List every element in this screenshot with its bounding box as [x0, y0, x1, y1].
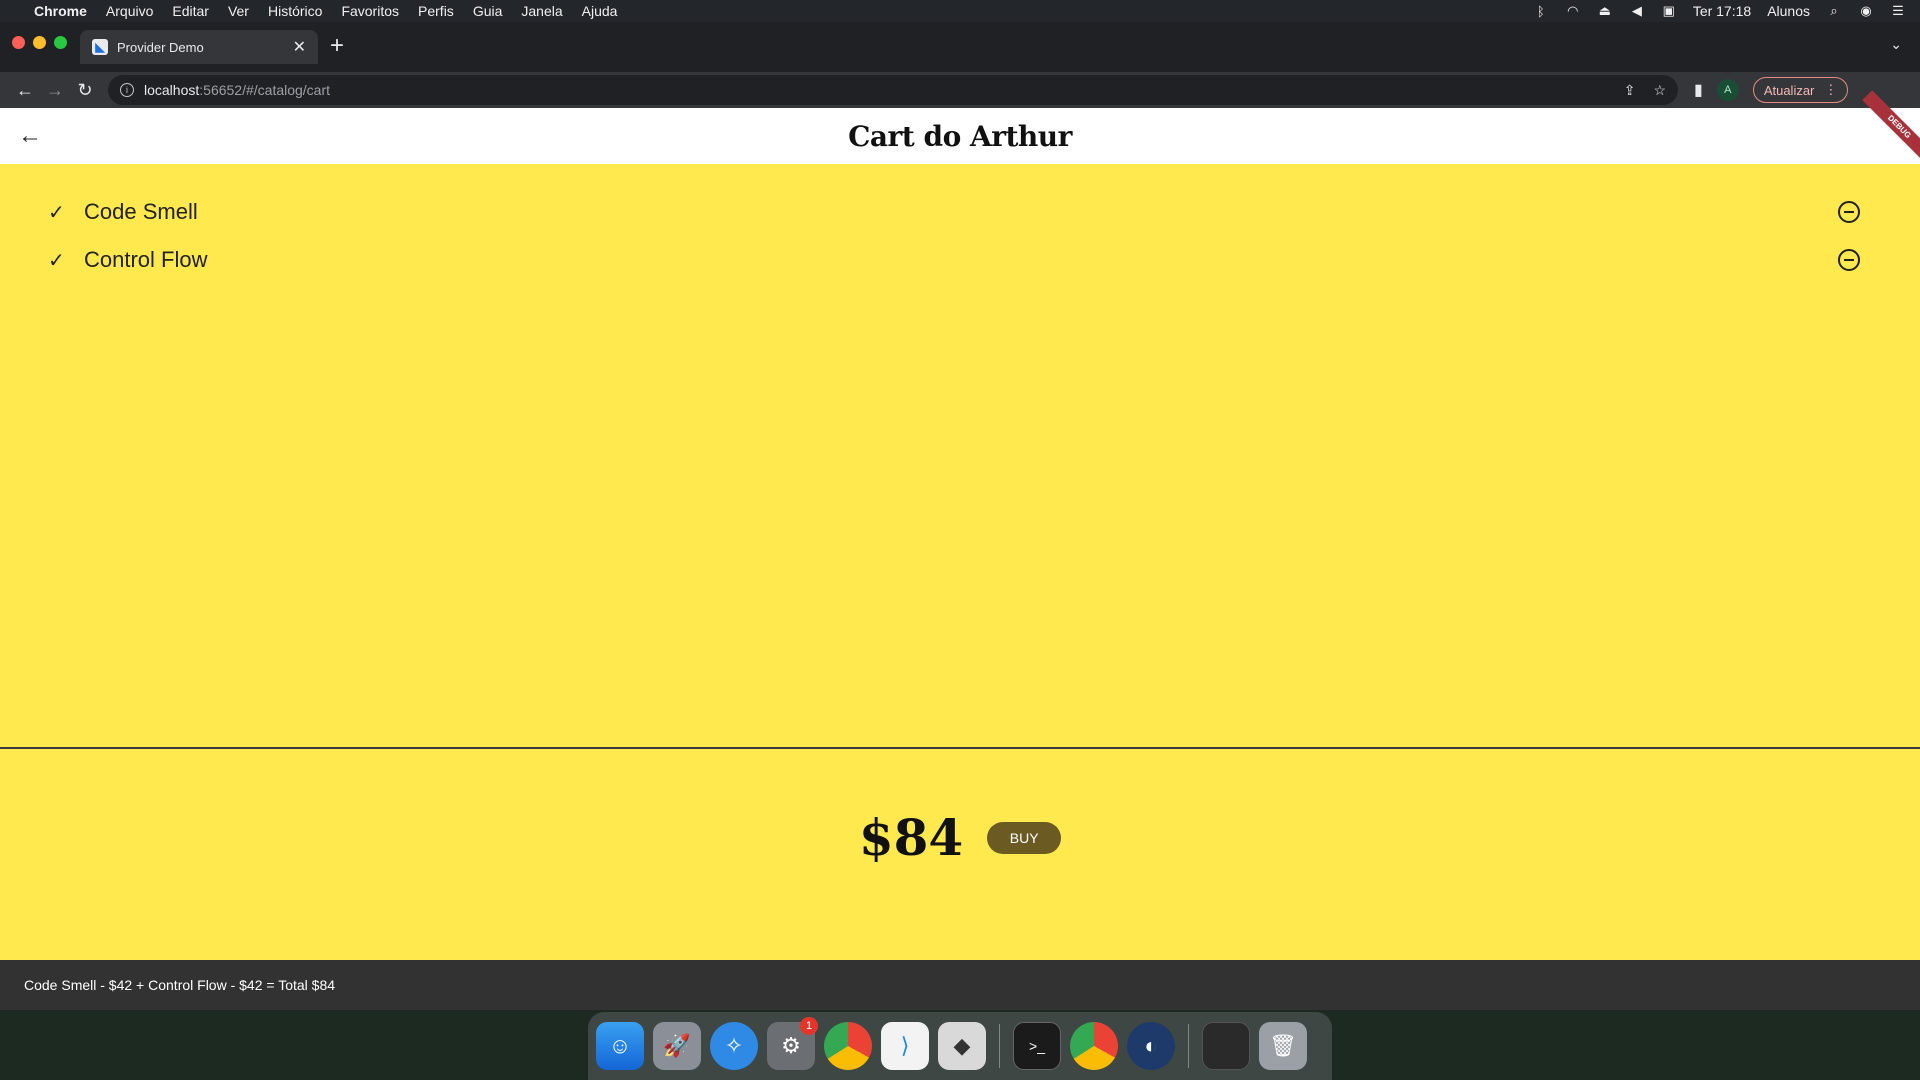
spotlight-search-icon[interactable]: ⌕ [1826, 3, 1842, 18]
snackbar: Code Smell - $42 + Control Flow - $42 = … [0, 960, 1920, 1010]
volume-icon[interactable]: ◀ [1629, 3, 1645, 18]
url-host: localhost [144, 82, 200, 98]
finder-icon[interactable]: ☺ [596, 1022, 644, 1070]
menubar-user[interactable]: Alunos [1767, 3, 1810, 19]
update-label: Atualizar [1763, 82, 1815, 98]
menu-guia[interactable]: Guia [473, 3, 503, 19]
trash-icon[interactable]: 🗑 [1259, 1022, 1307, 1070]
profile-avatar[interactable]: A [1716, 79, 1739, 101]
cart-page: ← Cart do Arthur DEBUG ✓ Code Smell ✓ Co… [0, 90, 1920, 1010]
check-icon: ✓ [48, 201, 65, 224]
safari-icon[interactable]: ✧ [710, 1022, 758, 1070]
menu-janela[interactable]: Janela [521, 3, 562, 19]
back-arrow-icon[interactable]: ← [18, 122, 42, 150]
tab-strip: ◣ Provider Demo ✕ + ⌄ [0, 22, 1920, 72]
reload-button[interactable]: ↻ [70, 80, 100, 101]
site-info-icon[interactable]: i [120, 83, 134, 97]
menu-favoritos[interactable]: Favoritos [341, 3, 399, 19]
menu-perfis[interactable]: Perfis [418, 3, 454, 19]
divider [0, 747, 1920, 749]
wifi-icon[interactable]: ◠ [1565, 3, 1581, 18]
cart-total-row: $84 BUY [0, 808, 1920, 867]
system-settings-icon[interactable]: ⚙ 1 [767, 1017, 818, 1070]
vscode-icon[interactable]: ⟩ [881, 1022, 929, 1070]
bookmark-star-icon[interactable]: ☆ [1653, 82, 1666, 99]
menu-ver[interactable]: Ver [228, 3, 249, 19]
terminal-icon[interactable]: >_ [1013, 1022, 1061, 1070]
snackbar-message: Code Smell - $42 + Control Flow - $42 = … [24, 977, 336, 993]
dock-separator [999, 1024, 1000, 1068]
back-nav-button[interactable]: ← [10, 80, 40, 101]
side-panel-icon[interactable]: ▮ [1694, 80, 1703, 100]
minimize-window-button[interactable] [33, 36, 46, 49]
browser-toolbar: ← → ↻ i localhost :56652/#/catalog/cart … [0, 72, 1920, 108]
menubar-clock[interactable]: Ter 17:18 [1693, 3, 1751, 19]
chrome-icon[interactable] [824, 1022, 872, 1070]
minimized-window-icon[interactable] [1202, 1022, 1250, 1070]
roblox-icon[interactable]: ◆ [938, 1022, 986, 1070]
notification-badge: 1 [800, 1017, 818, 1035]
bluetooth-icon[interactable]: ᛒ [1533, 4, 1549, 19]
cart-list: ✓ Code Smell ✓ Control Flow [0, 164, 1920, 284]
url-path: :56652/#/catalog/cart [199, 82, 331, 98]
menu-historico[interactable]: Histórico [268, 3, 322, 19]
check-icon: ✓ [48, 249, 65, 272]
eject-icon[interactable]: ⏏ [1597, 3, 1613, 18]
macos-dock: ☺ 🚀 ✧ ⚙ 1 ⟩ ◆ >_ ◐ 🗑 [588, 1012, 1332, 1080]
tab-title: Provider Demo [117, 39, 204, 55]
menu-ajuda[interactable]: Ajuda [582, 3, 618, 19]
app-bar: ← Cart do Arthur DEBUG [0, 90, 1920, 164]
share-icon[interactable]: ⇪ [1624, 82, 1636, 99]
flutter-favicon-icon: ◣ [92, 39, 108, 55]
buy-button[interactable]: BUY [987, 821, 1062, 854]
tab-search-chevron-icon[interactable]: ⌄ [1890, 36, 1902, 53]
keyboard-icon[interactable]: ▣ [1661, 3, 1677, 18]
window-controls [12, 36, 67, 49]
maximize-window-button[interactable] [54, 36, 67, 49]
item-name: Code Smell [84, 199, 198, 224]
dock-separator [1188, 1024, 1189, 1068]
close-tab-icon[interactable]: ✕ [293, 37, 306, 57]
menu-app-name[interactable]: Chrome [34, 3, 87, 19]
launchpad-icon[interactable]: 🚀 [653, 1022, 701, 1070]
item-name: Control Flow [84, 247, 208, 272]
control-center-icon[interactable]: ☰ [1890, 3, 1906, 18]
remove-circle-icon[interactable] [1838, 201, 1860, 223]
update-chrome-button[interactable]: Atualizar ⋮ [1752, 77, 1849, 103]
more-menu-icon: ⋮ [1824, 82, 1838, 97]
siri-icon[interactable]: ◉ [1858, 3, 1874, 18]
forward-nav-button[interactable]: → [40, 80, 70, 101]
close-window-button[interactable] [12, 36, 25, 49]
menu-arquivo[interactable]: Arquivo [106, 3, 153, 19]
macos-menu-bar: Chrome Arquivo Editar Ver Histórico Favo… [0, 0, 1920, 22]
cart-total: $84 [858, 808, 964, 867]
browser-app-icon[interactable]: ◐ [1127, 1022, 1175, 1070]
address-bar[interactable]: i localhost :56652/#/catalog/cart ⇪ ☆ [108, 75, 1678, 105]
page-title: Cart do Arthur [848, 119, 1072, 153]
menu-editar[interactable]: Editar [172, 3, 209, 19]
browser-tab[interactable]: ◣ Provider Demo ✕ [80, 30, 318, 64]
list-item: ✓ Control Flow [0, 236, 1920, 284]
browser-window: ◣ Provider Demo ✕ + ⌄ ← → ↻ i localhost … [0, 22, 1920, 1010]
chrome-icon[interactable] [1070, 1022, 1118, 1070]
new-tab-button[interactable]: + [330, 32, 344, 60]
list-item: ✓ Code Smell [0, 188, 1920, 236]
remove-circle-icon[interactable] [1838, 249, 1860, 271]
